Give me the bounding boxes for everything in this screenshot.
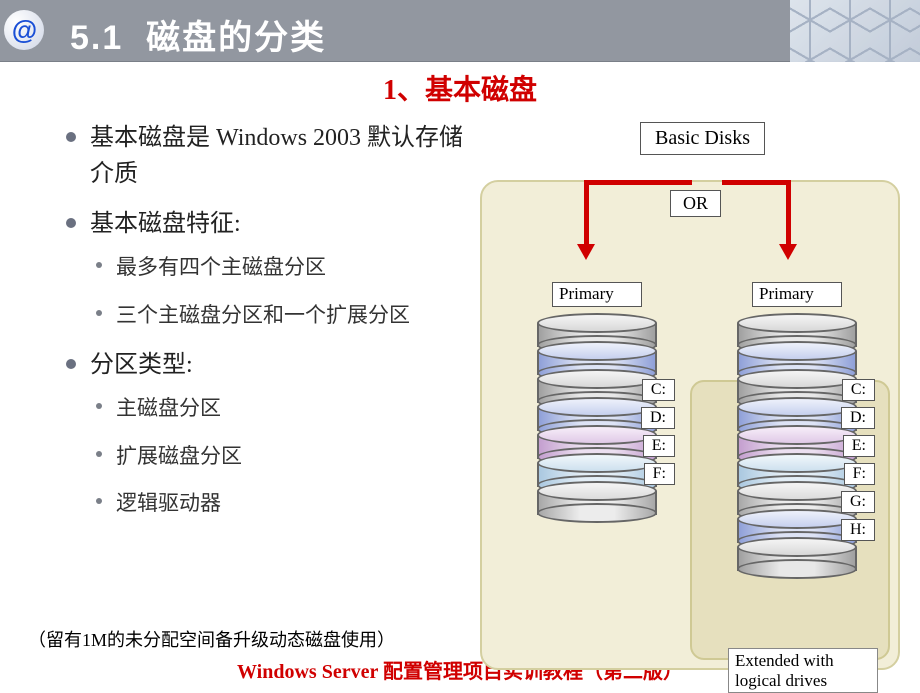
drive-label: D: [641, 407, 675, 429]
bullet-3: 分区类型: 主磁盘分区 扩展磁盘分区 逻辑驱动器 [60, 347, 470, 520]
bullet-2: 基本磁盘特征: 最多有四个主磁盘分区 三个主磁盘分区和一个扩展分区 [60, 206, 470, 331]
section-title: 磁盘的分类 [146, 19, 326, 57]
bullet-3-text: 分区类型: [90, 352, 193, 378]
title-bar: @ 5.1 磁盘的分类 [0, 0, 920, 62]
drive-label: E: [643, 435, 675, 457]
bullet-3-sub-1: 主磁盘分区 [90, 393, 470, 425]
corner-decoration [790, 0, 920, 62]
extended-label: Extended with logical drives [728, 648, 878, 693]
bullet-2-sub-2: 三个主磁盘分区和一个扩展分区 [90, 300, 470, 332]
left-disk-stack: Primary C: D: E: F: [527, 282, 667, 509]
cylinder [737, 537, 857, 571]
drive-label: F: [644, 463, 675, 485]
drive-label: D: [841, 407, 875, 429]
drive-label: F: [844, 463, 875, 485]
primary-label-right: Primary [752, 282, 842, 307]
right-disk-stack: Primary C: D: E: F: G: H: [727, 282, 867, 565]
section-heading: 5.1 磁盘的分类 [70, 10, 326, 59]
drive-label: H: [841, 519, 875, 541]
bullet-3-sub-2: 扩展磁盘分区 [90, 441, 470, 473]
primary-label-left: Primary [552, 282, 642, 307]
drive-label: G: [841, 491, 875, 513]
bullet-content: 基本磁盘是 Windows 2003 默认存储介质 基本磁盘特征: 最多有四个主… [60, 120, 470, 536]
or-label: OR [670, 190, 721, 217]
at-logo-icon: @ [4, 10, 44, 50]
cylinder [537, 481, 657, 515]
diagram-panel: Primary C: D: E: F: Primary C: D: E: F: … [480, 180, 900, 670]
bullet-2-sub-1: 最多有四个主磁盘分区 [90, 252, 470, 284]
bullet-3-sub-3: 逻辑驱动器 [90, 488, 470, 520]
basic-disks-label: Basic Disks [640, 122, 765, 155]
bullet-2-text: 基本磁盘特征: [90, 211, 241, 237]
slide-subtitle: 1、基本磁盘 [0, 68, 920, 108]
drive-label: C: [842, 379, 875, 401]
disk-diagram: Primary C: D: E: F: Primary C: D: E: F: … [470, 130, 900, 670]
drive-label: C: [642, 379, 675, 401]
section-number: 5.1 [70, 19, 123, 57]
footnote: （留有1M的未分配空间备升级动态磁盘使用） [28, 626, 395, 652]
bullet-1: 基本磁盘是 Windows 2003 默认存储介质 [60, 120, 470, 192]
drive-label: E: [843, 435, 875, 457]
